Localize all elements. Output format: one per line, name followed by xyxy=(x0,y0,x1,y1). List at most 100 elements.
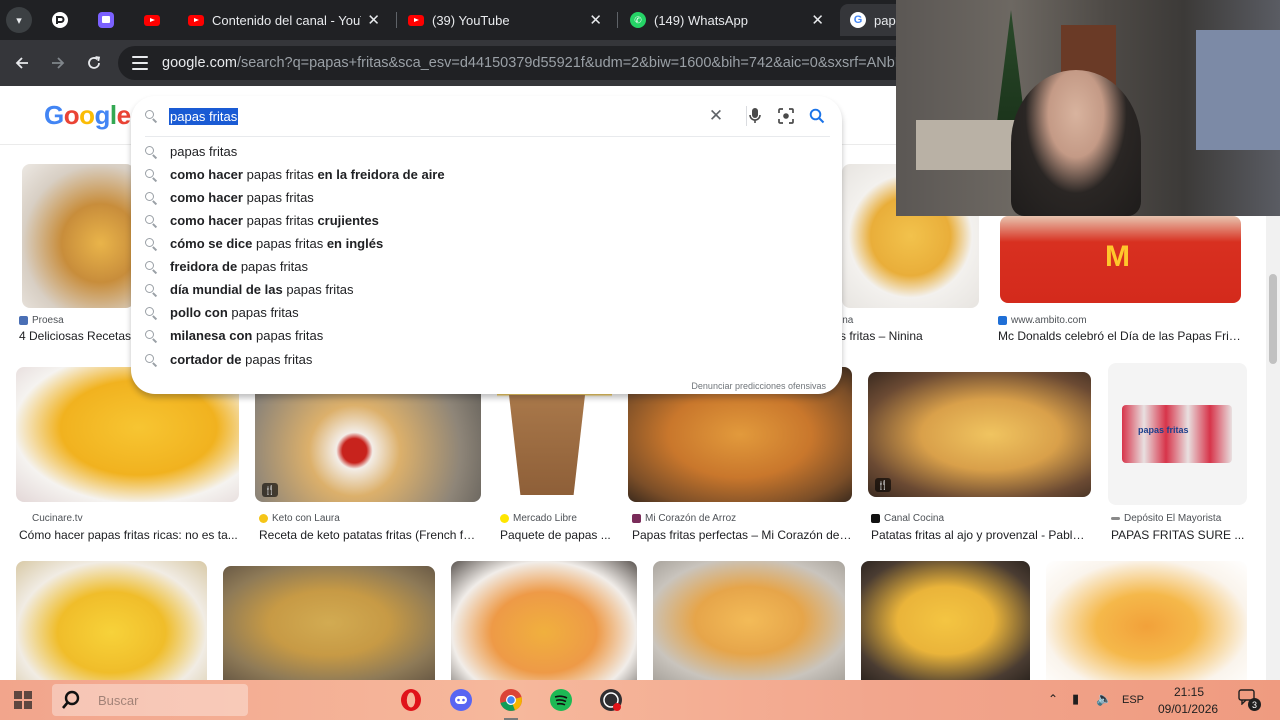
clear-icon[interactable]: ✕ xyxy=(706,106,726,126)
result-source[interactable]: www.ambito.com xyxy=(998,315,1087,326)
suggestion-item[interactable]: como hacer papas fritas crujientes xyxy=(131,209,842,232)
suggestions-divider xyxy=(145,136,830,137)
address-bar[interactable]: google.com/search?q=papas+fritas&sca_esv… xyxy=(118,46,918,80)
result-source[interactable]: Mi Corazón de Arroz xyxy=(632,513,736,524)
tab-whatsapp[interactable]: ✆ (149) WhatsApp ✕ xyxy=(620,4,834,36)
site-info-icon[interactable] xyxy=(132,56,148,70)
taskbar-opera[interactable] xyxy=(396,685,426,715)
result-source[interactable]: Keto con Laura xyxy=(259,513,340,524)
taskbar-search[interactable]: Buscar xyxy=(52,684,248,716)
result-title[interactable]: Paquete de papas ... xyxy=(500,528,612,542)
tab-youtube[interactable]: (39) YouTube ✕ xyxy=(398,4,612,36)
app-icon xyxy=(52,12,68,28)
result-title[interactable]: 4 Deliciosas Recetas xyxy=(19,329,139,343)
site-favicon xyxy=(500,514,509,523)
result-source[interactable]: ina xyxy=(840,315,853,326)
result-source[interactable]: Depósito El Mayorista xyxy=(1111,513,1221,524)
taskbar-discord[interactable] xyxy=(446,685,476,715)
result-source[interactable]: Cucinare.tv xyxy=(19,513,83,524)
result-image[interactable]: M xyxy=(1000,216,1241,303)
url-text[interactable]: google.com/search?q=papas+fritas&sca_esv… xyxy=(162,55,916,71)
suggestion-item[interactable]: día mundial de las papas fritas xyxy=(131,278,842,301)
result-title[interactable]: Patatas fritas al ajo y provenzal - Pabl… xyxy=(871,528,1091,542)
taskbar-chrome[interactable] xyxy=(496,685,526,715)
search-input[interactable]: papas fritas xyxy=(169,108,239,125)
close-icon[interactable]: ✕ xyxy=(589,11,602,29)
clock-time[interactable]: 21:15 xyxy=(1174,685,1204,699)
suggestion-item[interactable]: freidora de papas fritas xyxy=(131,255,842,278)
pinned-tab-1[interactable] xyxy=(42,8,78,32)
taskbar-obs[interactable] xyxy=(596,685,626,715)
result-image[interactable] xyxy=(653,561,845,680)
search-icon xyxy=(62,690,80,709)
window xyxy=(1196,30,1280,150)
tab-youtube-studio[interactable]: Contenido del canal - YouTube ✕ xyxy=(178,4,390,36)
forward-button[interactable] xyxy=(46,51,70,75)
taskbar-spotify[interactable] xyxy=(546,685,576,715)
source-name: Mi Corazón de Arroz xyxy=(645,513,737,524)
site-favicon xyxy=(19,316,28,325)
language-indicator[interactable]: ESP xyxy=(1122,694,1144,706)
tab-title: Contenido del canal - YouTube xyxy=(212,12,361,28)
battery-icon[interactable]: ▮ xyxy=(1072,691,1079,707)
suggestion-item[interactable]: pollo con papas fritas xyxy=(131,301,842,324)
result-image[interactable] xyxy=(451,561,637,680)
result-source[interactable]: Proesa xyxy=(19,315,64,326)
result-title[interactable]: Papas fritas perfectas – Mi Corazón de .… xyxy=(632,528,852,542)
result-title[interactable]: Mc Donalds celebró el Día de las Papas F… xyxy=(998,329,1244,343)
suggestion-item[interactable]: como hacer papas fritas xyxy=(131,186,842,209)
suggestion-item[interactable]: papas fritas xyxy=(131,140,842,163)
start-button[interactable] xyxy=(8,685,38,715)
chrome-icon xyxy=(500,689,522,711)
result-title[interactable]: PAPAS FRITAS SURE ... xyxy=(1111,528,1251,542)
result-image[interactable] xyxy=(223,566,435,680)
tab-title: (149) WhatsApp xyxy=(654,12,748,28)
pinned-tab-2[interactable] xyxy=(88,8,124,32)
suggestion-item[interactable]: cómo se dice papas fritas en inglés xyxy=(131,232,842,255)
lens-icon[interactable] xyxy=(776,106,796,126)
close-icon[interactable]: ✕ xyxy=(811,11,824,29)
recipe-badge-icon: 🍴 xyxy=(262,483,278,497)
search-submit-button[interactable] xyxy=(807,106,827,126)
close-icon[interactable]: ✕ xyxy=(367,11,380,29)
volume-icon[interactable]: 🔈 xyxy=(1096,691,1112,707)
result-image[interactable] xyxy=(1046,561,1247,680)
search-icon xyxy=(145,284,157,296)
result-image[interactable]: papas fritas xyxy=(1108,363,1247,505)
notification-count: 3 xyxy=(1248,698,1261,711)
tab-divider xyxy=(396,12,397,28)
scrollbar-thumb[interactable] xyxy=(1269,274,1277,364)
back-button[interactable] xyxy=(10,51,34,75)
result-title[interactable]: s fritas – Ninina xyxy=(840,329,990,343)
result-source[interactable]: Canal Cocina xyxy=(871,513,944,524)
report-predictions-link[interactable]: Denunciar predicciones ofensivas xyxy=(691,381,826,391)
result-image[interactable] xyxy=(22,164,134,308)
result-title[interactable]: Receta de keto patatas fritas (French fr… xyxy=(259,528,479,542)
logo-letter: l xyxy=(109,100,117,130)
result-image[interactable] xyxy=(16,561,207,680)
pinned-tab-3[interactable] xyxy=(134,8,170,32)
reload-button[interactable] xyxy=(82,51,106,75)
search-icon xyxy=(145,261,157,273)
suggestion-suffix: en la freidora de aire xyxy=(317,167,445,182)
tray-expand-icon[interactable]: ⌃ xyxy=(1048,692,1058,706)
page-scrollbar[interactable] xyxy=(1266,216,1280,680)
result-source[interactable]: Mercado Libre xyxy=(500,513,577,524)
youtube-icon xyxy=(188,14,204,26)
notifications-button[interactable]: 3 xyxy=(1238,689,1261,711)
suggestion-item[interactable]: milanesa con papas fritas xyxy=(131,324,842,347)
spotify-icon xyxy=(550,689,572,711)
clock-date[interactable]: 09/01/2026 xyxy=(1158,702,1218,716)
result-image[interactable]: 🍴 xyxy=(868,372,1091,497)
suggestion-item[interactable]: como hacer papas fritas en la freidora d… xyxy=(131,163,842,186)
result-title[interactable]: Cómo hacer papas fritas ricas: no es ta.… xyxy=(19,528,239,542)
reload-icon xyxy=(88,56,101,69)
search-icon xyxy=(145,238,157,250)
result-image[interactable] xyxy=(861,561,1030,680)
search-icon xyxy=(145,110,157,122)
voice-search-icon[interactable] xyxy=(745,106,765,126)
search-icon xyxy=(145,215,157,227)
google-logo[interactable]: Google xyxy=(44,100,131,131)
tab-search-button[interactable]: ▾ xyxy=(6,7,32,33)
suggestion-item[interactable]: cortador de papas fritas xyxy=(131,348,842,371)
